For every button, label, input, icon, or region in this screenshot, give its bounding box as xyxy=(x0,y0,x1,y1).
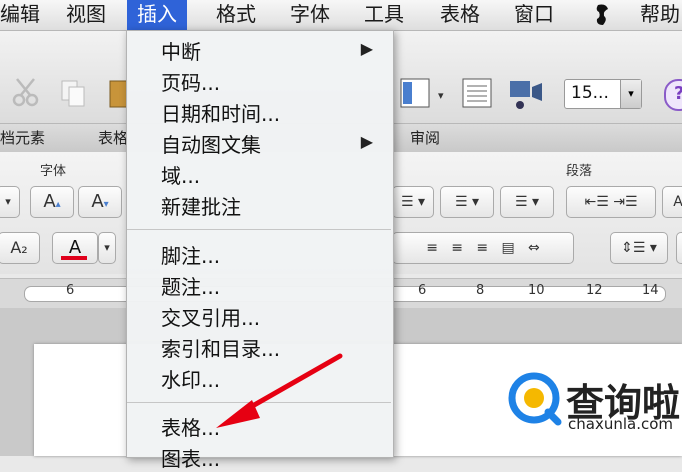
columns-icon[interactable] xyxy=(462,77,492,109)
tab-tables[interactable]: 表格 xyxy=(98,124,128,152)
menu-item-footnote[interactable]: 脚注... xyxy=(161,240,220,269)
ruler-tick: 14 xyxy=(642,283,659,298)
menu-item-caption[interactable]: 题注... xyxy=(161,271,220,300)
chevron-down-icon: ▾ xyxy=(620,80,641,108)
menu-item-page-numbers[interactable]: 页码... xyxy=(161,67,220,96)
zoom-select[interactable]: 15... ▾ xyxy=(564,79,642,109)
menu-item-chart[interactable]: 图表... xyxy=(161,443,220,472)
help-icon[interactable]: ? xyxy=(664,79,682,111)
menu-table[interactable]: 表格 xyxy=(440,0,480,30)
zoom-value: 15... xyxy=(571,83,609,103)
menu-font[interactable]: 字体 xyxy=(290,0,330,30)
sidebar-dropdown-icon[interactable]: ▾ xyxy=(438,89,444,102)
shrink-font-button[interactable]: A▾ xyxy=(78,186,122,218)
cut-icon[interactable] xyxy=(10,76,42,108)
bullets-button[interactable]: ☰ ▾ xyxy=(392,186,434,218)
font-color-label: A xyxy=(68,237,82,258)
ruler-tick: 12 xyxy=(586,283,603,298)
shrink-font-label: A xyxy=(91,191,104,212)
sidebar-icon[interactable] xyxy=(400,77,430,109)
multilevel-list-button[interactable]: ☰ ▾ xyxy=(500,186,554,218)
menu-view[interactable]: 视图 xyxy=(66,0,106,30)
ruler-tick: 6 xyxy=(418,283,427,298)
ruler-tick: 10 xyxy=(528,283,545,298)
menu-help[interactable]: 帮助 xyxy=(640,0,680,30)
red-arrow-annotation xyxy=(216,353,343,428)
chaxunla-logo-icon xyxy=(508,372,562,426)
group-label-paragraph: 段落 xyxy=(566,164,593,179)
menu-edit[interactable]: 编辑 xyxy=(0,0,40,30)
menu-insert[interactable]: 插入 xyxy=(127,0,187,30)
menu-item-new-comment[interactable]: 新建批注 xyxy=(161,191,241,220)
font-color-dropdown[interactable]: ▾ xyxy=(98,232,116,264)
menu-item-autotext[interactable]: 自动图文集 xyxy=(161,129,261,158)
numbering-button[interactable]: ☰ ▾ xyxy=(440,186,494,218)
tab-review[interactable]: 审阅 xyxy=(410,124,440,152)
menu-bar: 编辑 视图 插入 格式 字体 工具 表格 窗口 帮助 xyxy=(0,0,682,31)
font-color-swatch xyxy=(61,256,87,260)
indent-buttons[interactable]: ⇤☰ ⇥☰ xyxy=(566,186,656,218)
menu-item-cross-reference[interactable]: 交叉引用... xyxy=(161,302,260,331)
group-label-font: 字体 xyxy=(40,164,67,179)
subscript-button[interactable]: A₂ xyxy=(0,232,40,264)
paste-icon[interactable] xyxy=(108,77,129,109)
submenu-arrow-icon: ▶ xyxy=(360,39,373,58)
copy-icon[interactable] xyxy=(58,77,90,109)
ruler-tick: 6 xyxy=(66,283,75,298)
menu-item-break[interactable]: 中断 xyxy=(161,36,201,65)
shading-button[interactable] xyxy=(676,232,682,264)
grow-font-label: A xyxy=(43,191,56,212)
ruler-tick: 8 xyxy=(476,283,485,298)
media-icon[interactable] xyxy=(508,75,544,111)
script-icon[interactable] xyxy=(592,3,614,27)
watermark-url: chaxunla.com xyxy=(568,415,673,433)
sort-button[interactable]: A xyxy=(662,186,682,218)
menu-separator xyxy=(127,229,391,230)
grow-font-button[interactable]: A▴ xyxy=(30,186,74,218)
menu-window[interactable]: 窗口 xyxy=(514,0,554,30)
menu-item-field[interactable]: 域... xyxy=(161,160,200,189)
submenu-arrow-icon: ▶ xyxy=(360,132,373,151)
font-color-button[interactable]: A xyxy=(52,232,98,264)
line-spacing-button[interactable]: ⇕☰ ▾ xyxy=(610,232,668,264)
menu-tools[interactable]: 工具 xyxy=(364,0,404,30)
menu-item-date-time[interactable]: 日期和时间... xyxy=(161,98,280,127)
menu-format[interactable]: 格式 xyxy=(216,0,256,30)
alignment-buttons[interactable]: ≡ ≡ ≡ ▤ ⇔ xyxy=(392,232,574,264)
font-size-dropdown[interactable]: ▾ xyxy=(0,186,20,218)
tab-document-elements[interactable]: 档元素 xyxy=(0,124,45,152)
